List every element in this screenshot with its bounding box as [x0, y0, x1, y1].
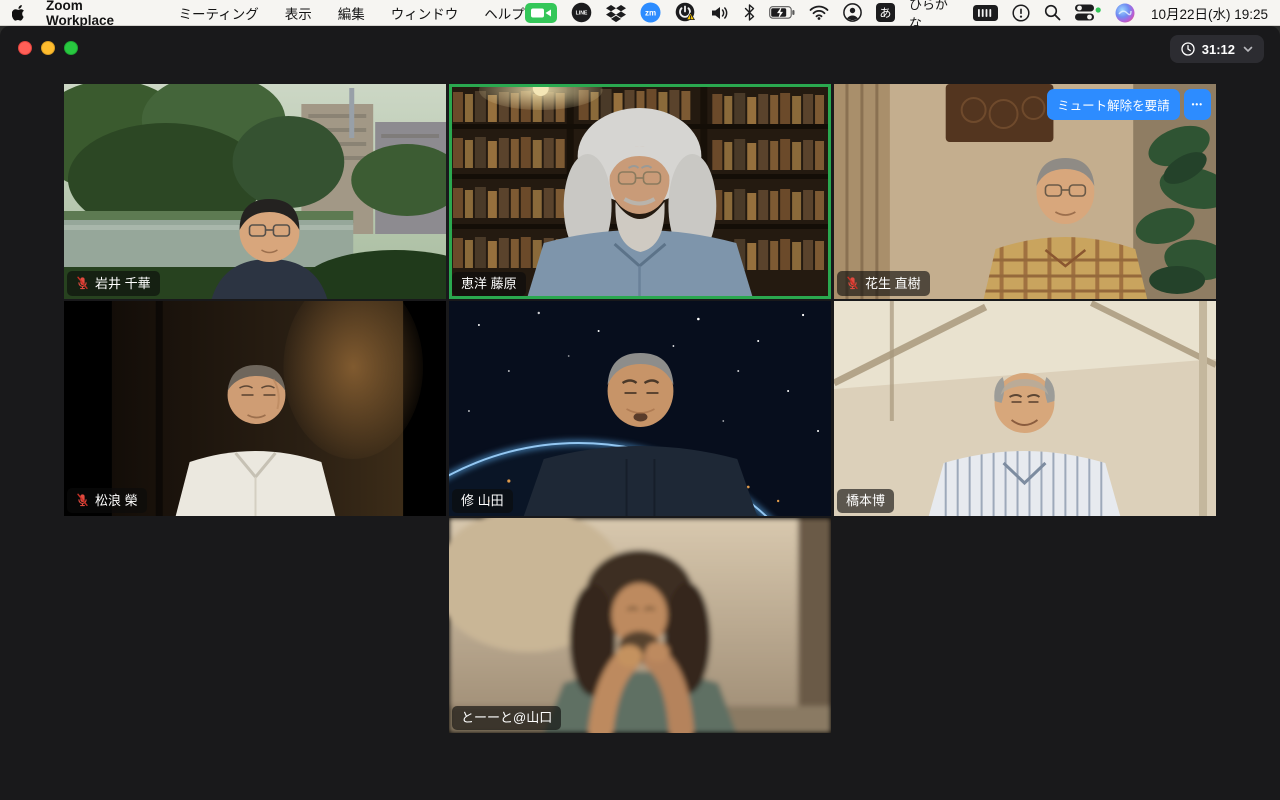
wifi-icon[interactable]	[809, 5, 829, 20]
zoom-tray-icon[interactable]: zm	[640, 2, 661, 23]
mic-muted-icon	[846, 276, 859, 290]
participant-hover-actions: ミュート解除を要請 •••	[1047, 89, 1211, 120]
participant-name-label: 恵洋 藤原	[452, 272, 526, 296]
video-tile[interactable]: 修 山田	[449, 301, 831, 516]
user-account-icon[interactable]	[842, 3, 862, 22]
bluetooth-icon[interactable]	[744, 4, 755, 21]
battery-charging-icon[interactable]	[768, 6, 795, 19]
search-icon[interactable]	[1044, 4, 1061, 21]
participant-name: 橋本博	[846, 493, 886, 508]
participant-video	[449, 301, 831, 516]
menubar-clock[interactable]: 10月22日(水) 19:25	[1151, 3, 1268, 23]
participant-name: 岩井 千華	[95, 275, 151, 291]
siri-icon[interactable]	[1115, 3, 1135, 23]
video-tile[interactable]: 岩井 千華	[64, 84, 446, 299]
video-tile[interactable]: ミュート解除を要請 ••• 花生 直樹	[834, 84, 1216, 299]
menu-meeting[interactable]: ミーティング	[179, 3, 259, 23]
participant-video	[449, 84, 831, 299]
meeting-timer-value: 31:12	[1201, 41, 1235, 57]
chevron-down-icon[interactable]	[1243, 46, 1253, 53]
participant-name-label: 松浪 榮	[67, 488, 147, 513]
input-method-badge[interactable]: あ	[875, 3, 895, 22]
participant-name: 恵洋 藤原	[461, 276, 517, 291]
macos-menu-bar: Zoom Workplace ミーティング 表示 編集 ウィンドウ ヘルプ LI…	[0, 0, 1280, 31]
svg-text:zm: zm	[645, 8, 656, 17]
clock-icon	[1181, 42, 1195, 56]
participant-video	[64, 84, 446, 299]
participant-name: 修 山田	[461, 493, 504, 508]
participant-name: とーーと@山口	[461, 710, 553, 725]
participant-name-label: 花生 直樹	[837, 271, 930, 296]
ask-to-unmute-button[interactable]: ミュート解除を要請	[1047, 89, 1180, 120]
menu-window[interactable]: ウィンドウ	[391, 3, 459, 23]
svg-text:LINE: LINE	[575, 11, 587, 17]
minimize-window-button[interactable]	[41, 41, 55, 55]
apple-logo-icon[interactable]	[12, 4, 26, 21]
participant-video	[449, 518, 831, 733]
participant-name-label: 橋本博	[837, 489, 895, 513]
control-center-icon[interactable]	[1074, 4, 1101, 21]
volume-icon[interactable]	[711, 5, 730, 21]
participant-name: 花生 直樹	[865, 275, 921, 291]
meeting-timer[interactable]: 31:12	[1169, 35, 1264, 63]
video-tile[interactable]: 橋本博	[834, 301, 1216, 516]
mic-muted-icon	[76, 493, 89, 507]
video-tile[interactable]: 恵洋 藤原	[449, 84, 831, 299]
window-controls	[18, 41, 78, 55]
mic-muted-icon	[76, 276, 89, 290]
participant-name-label: とーーと@山口	[452, 706, 562, 730]
menu-edit[interactable]: 編集	[338, 3, 365, 23]
line-app-icon[interactable]: LINE	[571, 2, 592, 23]
participant-name-label: 修 山田	[452, 489, 513, 513]
dropbox-icon[interactable]	[605, 4, 626, 22]
participant-name: 松浪 榮	[95, 492, 138, 508]
fullscreen-window-button[interactable]	[64, 41, 78, 55]
app-name[interactable]: Zoom Workplace	[46, 0, 153, 28]
video-tile[interactable]: 松浪 榮	[64, 301, 446, 516]
close-window-button[interactable]	[18, 41, 32, 55]
participant-name-label: 岩井 千華	[67, 271, 160, 296]
menu-help[interactable]: ヘルプ	[484, 3, 525, 23]
camera-active-icon[interactable]	[524, 2, 557, 23]
participant-video	[64, 301, 446, 516]
menu-view[interactable]: 表示	[285, 3, 312, 23]
power-warning-icon[interactable]	[675, 2, 697, 23]
keyboard-icon[interactable]	[972, 4, 998, 21]
more-options-button[interactable]: •••	[1183, 89, 1211, 120]
video-tile[interactable]: とーーと@山口	[449, 518, 831, 733]
participant-video	[834, 301, 1216, 516]
clock-alert-icon[interactable]	[1012, 3, 1030, 22]
zoom-meeting-window: 31:12 岩井 千華 恵洋 藤原 ミュート解除を要請 ••• 花生 直樹 松浪…	[0, 26, 1280, 800]
